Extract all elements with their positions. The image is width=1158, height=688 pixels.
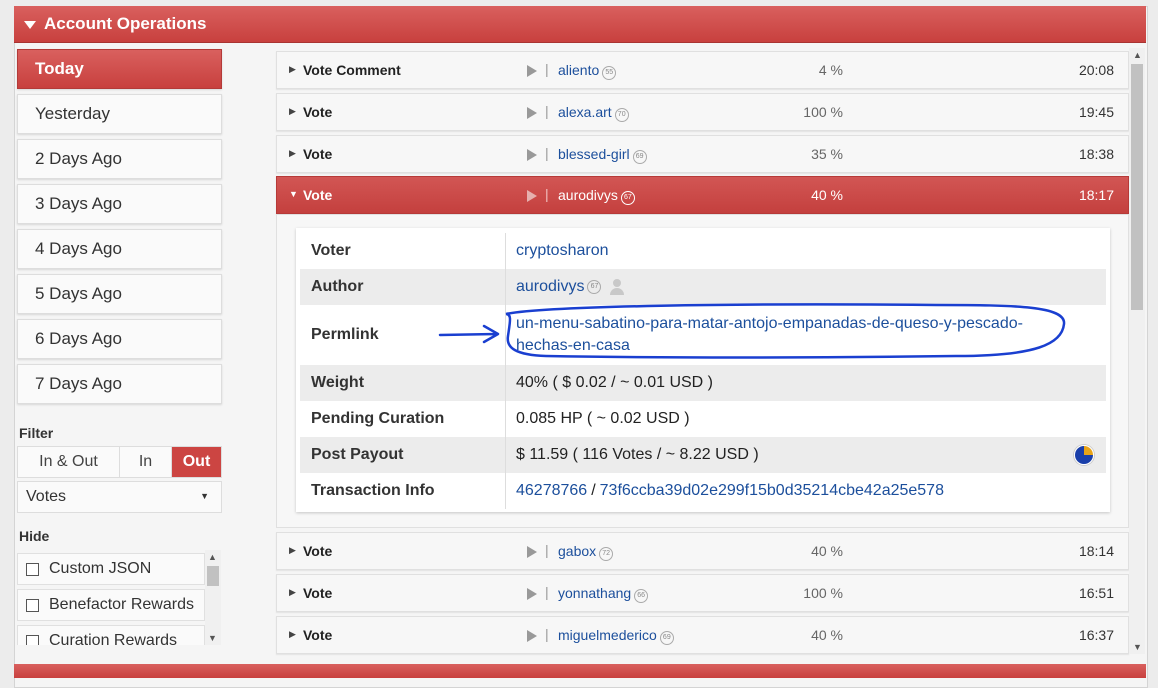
voter-link[interactable]: cryptosharon — [516, 242, 609, 260]
day-5-button[interactable]: 5 Days Ago — [17, 274, 222, 314]
expand-arrow-icon: ▶ — [289, 545, 296, 555]
hide-label: Hide — [19, 528, 50, 544]
filter-label: Filter — [19, 425, 54, 441]
reputation-badge: 72 — [599, 547, 614, 561]
day-yesterday-button[interactable]: Yesterday — [17, 94, 222, 134]
permlink-link-line1[interactable]: un-menu-sabatino-para-matar-antojo-empan… — [516, 313, 1023, 335]
expand-arrow-icon: ▶ — [289, 64, 296, 74]
expand-arrow-icon: ▶ — [289, 629, 296, 639]
play-icon[interactable] — [527, 190, 537, 202]
filter-segmented-control: In & Out In Out — [17, 446, 222, 478]
scroll-down-icon[interactable]: ▼ — [208, 633, 217, 643]
pie-chart-icon[interactable] — [1074, 445, 1094, 465]
filter-in[interactable]: In — [120, 447, 172, 477]
user-link[interactable]: blessed-girl 69 — [558, 146, 647, 164]
hide-benefactor-rewards[interactable]: Benefactor Rewards — [17, 589, 205, 621]
play-icon[interactable] — [527, 630, 537, 642]
user-link[interactable]: aurodivys 67 — [558, 187, 635, 205]
expand-arrow-icon: ▶ — [289, 106, 296, 116]
operation-row[interactable]: ▶ Vote | alexa.art 70 100 % 19:45 — [276, 93, 1129, 131]
reputation-badge: 66 — [634, 589, 649, 603]
reputation-badge: 70 — [614, 108, 629, 122]
operation-row[interactable]: ▶ Vote | gabox 72 40 % 18:14 — [276, 532, 1129, 570]
block-number-link[interactable]: 46278766 — [516, 482, 587, 500]
hide-list-scrollbar[interactable]: ▲ ▼ — [205, 550, 221, 645]
hide-custom-json[interactable]: Custom JSON — [17, 553, 205, 585]
play-icon[interactable] — [527, 588, 537, 600]
day-4-button[interactable]: 4 Days Ago — [17, 229, 222, 269]
next-section-header[interactable] — [14, 664, 1146, 678]
reputation-badge: 67 — [620, 191, 635, 205]
scroll-up-icon[interactable]: ▲ — [1133, 50, 1142, 60]
reputation-badge: 67 — [587, 280, 602, 294]
day-6-button[interactable]: 6 Days Ago — [17, 319, 222, 359]
scroll-thumb[interactable] — [1131, 64, 1143, 310]
user-link[interactable]: gabox 72 — [558, 543, 614, 561]
hide-curation-rewards[interactable]: Curation Rewards — [17, 625, 205, 645]
day-today-button[interactable]: Today — [17, 49, 222, 89]
checkbox-icon[interactable] — [26, 598, 39, 612]
user-link[interactable]: yonnathang 66 — [558, 585, 649, 603]
operation-row[interactable]: ▶ Vote | miguelmederico 69 40 % 16:37 — [276, 616, 1129, 654]
transaction-id-link[interactable]: 73f6ccba39d02e299f15b0d35214cbe42a25e578 — [600, 482, 944, 500]
play-icon[interactable] — [527, 149, 537, 161]
reputation-badge: 69 — [659, 631, 674, 645]
expand-arrow-icon: ▶ — [289, 148, 296, 158]
day-7-button[interactable]: 7 Days Ago — [17, 364, 222, 404]
play-icon[interactable] — [527, 65, 537, 77]
checkbox-icon[interactable] — [26, 562, 39, 576]
play-icon[interactable] — [527, 107, 537, 119]
reputation-badge: 55 — [602, 66, 617, 80]
detail-row-weight: Weight 40% ( $ 0.02 / ~ 0.01 USD ) — [300, 365, 1106, 401]
operation-row[interactable]: ▶ Vote | blessed-girl 69 35 % 18:38 — [276, 135, 1129, 173]
play-icon[interactable] — [527, 546, 537, 558]
permlink-link-line2[interactable]: hechas-en-casa — [516, 335, 630, 357]
expand-arrow-icon: ▶ — [289, 587, 296, 597]
detail-row-author: Author aurodivys 67 — [300, 269, 1106, 305]
operation-row-expanded[interactable]: ▼ Vote | aurodivys 67 40 % 18:17 — [276, 176, 1129, 214]
select-value: Votes — [26, 488, 67, 505]
day-2-button[interactable]: 2 Days Ago — [17, 139, 222, 179]
collapse-triangle-icon — [24, 21, 36, 29]
user-profile-icon[interactable] — [609, 279, 625, 295]
reputation-badge: 69 — [632, 150, 647, 164]
author-link[interactable]: aurodivys — [516, 278, 584, 296]
collapse-arrow-icon: ▼ — [289, 189, 298, 199]
operation-row[interactable]: ▶ Vote Comment | aliento 55 4 % 20:08 — [276, 51, 1129, 89]
user-link[interactable]: alexa.art 70 — [558, 104, 629, 122]
detail-row-permlink: Permlink un-menu-sabatino-para-matar-ant… — [300, 305, 1106, 365]
operation-row[interactable]: ▶ Vote | yonnathang 66 100 % 16:51 — [276, 574, 1129, 612]
header-title: Account Operations — [44, 14, 207, 33]
hide-options-list: Custom JSON Benefactor Rewards Curation … — [17, 550, 222, 645]
detail-row-post-payout: Post Payout $ 11.59 ( 116 Votes / ~ 8.22… — [300, 437, 1106, 473]
operation-type-select[interactable]: Votes ▼ — [17, 481, 222, 513]
scroll-thumb[interactable] — [207, 566, 219, 586]
scroll-up-icon[interactable]: ▲ — [208, 552, 217, 562]
day-3-button[interactable]: 3 Days Ago — [17, 184, 222, 224]
account-operations-header[interactable]: Account Operations — [14, 6, 1146, 43]
detail-row-pending-curation: Pending Curation 0.085 HP ( ~ 0.02 USD ) — [300, 401, 1106, 437]
chevron-down-icon: ▼ — [200, 491, 209, 501]
filter-in-out[interactable]: In & Out — [18, 447, 120, 477]
scroll-down-icon[interactable]: ▼ — [1133, 642, 1142, 652]
checkbox-icon[interactable] — [26, 634, 39, 645]
detail-row-transaction-info: Transaction Info 46278766 / 73f6ccba39d0… — [300, 473, 1106, 509]
user-link[interactable]: miguelmederico 69 — [558, 627, 674, 645]
user-link[interactable]: aliento 55 — [558, 62, 617, 80]
operations-scrollbar[interactable]: ▲ ▼ — [1129, 48, 1145, 654]
filter-out[interactable]: Out — [172, 447, 221, 477]
detail-row-voter: Voter cryptosharon — [300, 233, 1106, 269]
